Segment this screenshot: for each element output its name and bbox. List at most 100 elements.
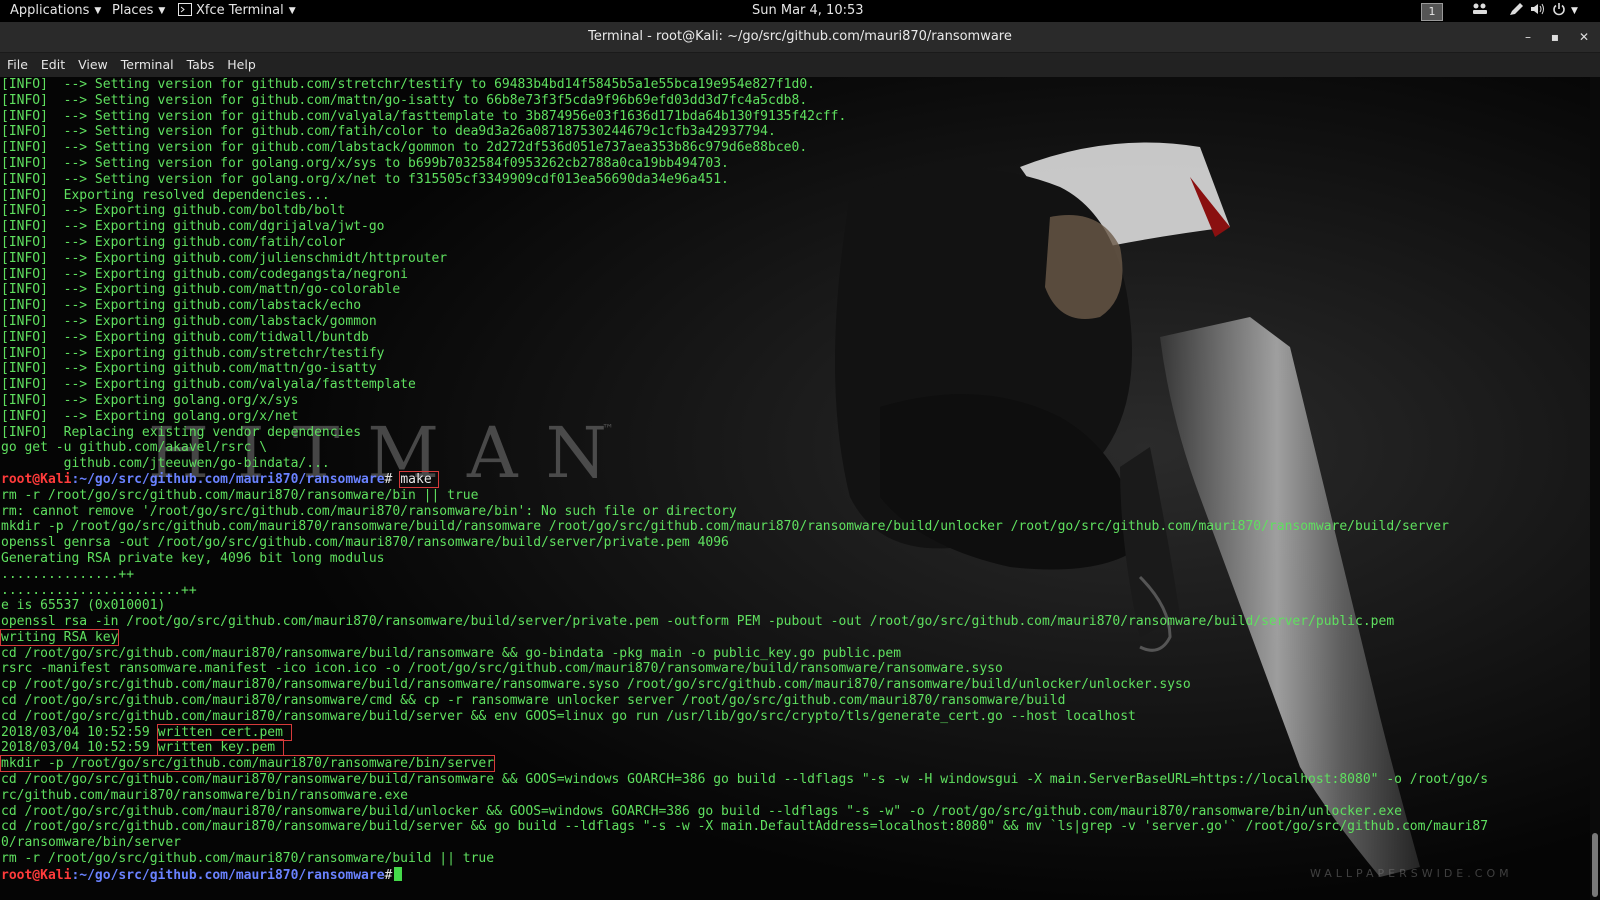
output-text: [INFO] --> Exporting golang.org/x/sys <box>1 392 299 408</box>
output-line: [INFO] --> Setting version for github.co… <box>1 140 1488 156</box>
applications-label: Applications <box>10 3 90 18</box>
output-line: e is 65537 (0x010001) <box>1 598 1488 614</box>
output-line: [INFO] --> Exporting github.com/dgrijalv… <box>1 219 1488 235</box>
output-line: cd /root/go/src/github.com/mauri870/rans… <box>1 819 1488 835</box>
output-line: [INFO] --> Setting version for github.co… <box>1 124 1488 140</box>
output-line: [INFO] --> Exporting github.com/mattn/go… <box>1 361 1488 377</box>
chevron-down-icon: ▼ <box>94 6 102 16</box>
output-line: [INFO] --> Exporting github.com/fatih/co… <box>1 235 1488 251</box>
terminal-area[interactable]: HITMAN ™ WALLPAPERSWIDE.COM [INFO] --> S… <box>0 77 1590 900</box>
prompt-command: make <box>399 470 439 488</box>
menu-file[interactable]: File <box>7 53 28 77</box>
output-line: [INFO] --> Exporting golang.org/x/sys <box>1 393 1488 409</box>
menu-help[interactable]: Help <box>227 53 256 77</box>
output-text: rsrc -manifest ransomware.manifest -ico … <box>1 661 1003 677</box>
places-label: Places <box>112 3 154 18</box>
output-line: rsrc -manifest ransomware.manifest -ico … <box>1 661 1488 677</box>
output-line: writing RSA key <box>0 628 1488 646</box>
output-line: [INFO] --> Exporting golang.org/x/net <box>1 409 1488 425</box>
terminal-menubar: File Edit View Terminal Tabs Help <box>0 53 1600 77</box>
output-text: [INFO] --> Exporting github.com/codegang… <box>1 266 408 282</box>
output-text: .......................++ <box>1 582 197 598</box>
output-line: github.com/jteeuwen/go-bindata/... <box>1 456 1488 472</box>
output-text: [INFO] --> Exporting github.com/stretchr… <box>1 345 385 361</box>
output-text: [INFO] --> Exporting github.com/juliensc… <box>1 250 448 266</box>
output-text: [INFO] --> Setting version for github.co… <box>1 108 847 124</box>
cert-line: 2018/03/04 10:52:59 written cert.pem <box>1 723 1488 741</box>
output-line: .......................++ <box>1 583 1488 599</box>
terminal-app-label: Xfce Terminal <box>196 3 284 18</box>
menu-tabs[interactable]: Tabs <box>187 53 215 77</box>
output-text: Generating RSA private key, 4096 bit lon… <box>1 550 385 566</box>
output-text: cd /root/go/src/github.com/mauri870/rans… <box>1 772 1489 788</box>
output-line: openssl rsa -in /root/go/src/github.com/… <box>1 614 1488 630</box>
mkdir-line: mkdir -p /root/go/src/github.com/mauri87… <box>0 755 1488 773</box>
output-line: cd /root/go/src/github.com/mauri870/rans… <box>1 646 1488 662</box>
output-line: rm -r /root/go/src/github.com/mauri870/r… <box>1 851 1488 867</box>
terminal-icon <box>178 3 192 16</box>
output-text: [INFO] --> Exporting github.com/valyala/… <box>1 377 416 393</box>
scrollbar-thumb[interactable] <box>1592 833 1598 897</box>
timestamp: 2018/03/04 10:52:59 <box>1 724 150 740</box>
output-line: [INFO] --> Exporting github.com/boltdb/b… <box>1 203 1488 219</box>
output-line: [INFO] --> Setting version for github.co… <box>1 93 1488 109</box>
terminal-scrollbar[interactable] <box>1590 77 1600 900</box>
menu-edit[interactable]: Edit <box>41 53 65 77</box>
pen-icon[interactable] <box>1508 0 1524 22</box>
close-button[interactable]: ✕ <box>1576 29 1592 45</box>
cert-message: written cert.pem <box>156 723 292 741</box>
prompt-line: root@Kali:~/go/src/github.com/mauri870/r… <box>1 470 1488 488</box>
window-titlebar[interactable]: Terminal - root@Kali: ~/go/src/github.co… <box>0 22 1600 53</box>
menu-view[interactable]: View <box>78 53 108 77</box>
prompt-user: root@Kali <box>1 867 72 883</box>
output-line: cd /root/go/src/github.com/mauri870/rans… <box>1 804 1488 820</box>
output-text: e is 65537 (0x010001) <box>1 598 166 614</box>
prompt-path: :~/go/src/github.com/mauri870/ransomware <box>71 867 385 883</box>
power-icon[interactable]: ▼ <box>1552 0 1578 22</box>
output-line: cd /root/go/src/github.com/mauri870/rans… <box>1 709 1488 725</box>
output-line: openssl genrsa -out /root/go/src/github.… <box>1 535 1488 551</box>
output-text: rm: cannot remove '/root/go/src/github.c… <box>1 503 737 519</box>
minimize-button[interactable]: – <box>1520 29 1536 45</box>
volume-icon[interactable] <box>1530 0 1546 22</box>
output-text: [INFO] --> Exporting github.com/labstack… <box>1 298 362 314</box>
terminal-app-menu[interactable]: Xfce Terminal ▼ <box>178 0 296 22</box>
output-line: [INFO] --> Exporting github.com/labstack… <box>1 298 1488 314</box>
output-text: [INFO] --> Setting version for github.co… <box>1 140 808 156</box>
output-text: [INFO] --> Exporting github.com/mattn/go… <box>1 361 377 377</box>
output-line: go get -u github.com/akavel/rsrc \ <box>1 440 1488 456</box>
output-text: [INFO] Exporting resolved dependencies..… <box>1 187 330 203</box>
output-line: rm -r /root/go/src/github.com/mauri870/r… <box>1 488 1488 504</box>
output-text: [INFO] --> Setting version for golang.or… <box>1 155 729 171</box>
chevron-down-icon: ▼ <box>288 6 296 16</box>
output-line: [INFO] --> Setting version for golang.or… <box>1 156 1488 172</box>
prompt-path: :~/go/src/github.com/mauri870/ransomware <box>71 471 385 487</box>
workspace-switcher[interactable]: 1 <box>1421 3 1443 21</box>
output-text: [INFO] --> Exporting github.com/labstack… <box>1 313 377 329</box>
output-text: mkdir -p /root/go/src/github.com/mauri87… <box>0 755 496 773</box>
menu-terminal[interactable]: Terminal <box>121 53 174 77</box>
network-icon[interactable] <box>1472 0 1488 22</box>
output-text: writing RSA key <box>0 628 120 646</box>
output-line: [INFO] --> Exporting github.com/codegang… <box>1 267 1488 283</box>
prompt-line: root@Kali:~/go/src/github.com/mauri870/r… <box>1 866 1488 883</box>
places-menu[interactable]: Places ▼ <box>112 0 165 22</box>
cursor[interactable] <box>394 866 403 881</box>
chevron-down-icon: ▼ <box>158 6 166 16</box>
maximize-button[interactable]: ▪ <box>1547 29 1563 45</box>
clock[interactable]: Sun Mar 4, 10:53 <box>752 0 864 22</box>
output-text: rm -r /root/go/src/github.com/mauri870/r… <box>1 487 479 503</box>
output-text: openssl rsa -in /root/go/src/github.com/… <box>1 614 1395 630</box>
applications-menu[interactable]: Applications ▼ <box>10 0 101 22</box>
output-line: [INFO] --> Exporting github.com/juliensc… <box>1 251 1488 267</box>
output-line: cd /root/go/src/github.com/mauri870/rans… <box>1 693 1488 709</box>
window-title: Terminal - root@Kali: ~/go/src/github.co… <box>588 29 1012 44</box>
output-line: [INFO] Replacing existing vendor depende… <box>1 425 1488 441</box>
output-line: [INFO] --> Setting version for golang.or… <box>1 172 1488 188</box>
cert-line: 2018/03/04 10:52:59 written key.pem <box>1 739 1488 757</box>
output-text: [INFO] --> Exporting golang.org/x/net <box>1 408 299 424</box>
output-line: [INFO] --> Exporting github.com/valyala/… <box>1 377 1488 393</box>
output-line: [INFO] --> Exporting github.com/labstack… <box>1 314 1488 330</box>
output-text: [INFO] --> Setting version for github.co… <box>1 124 776 140</box>
output-text: [INFO] --> Exporting github.com/fatih/co… <box>1 234 346 250</box>
